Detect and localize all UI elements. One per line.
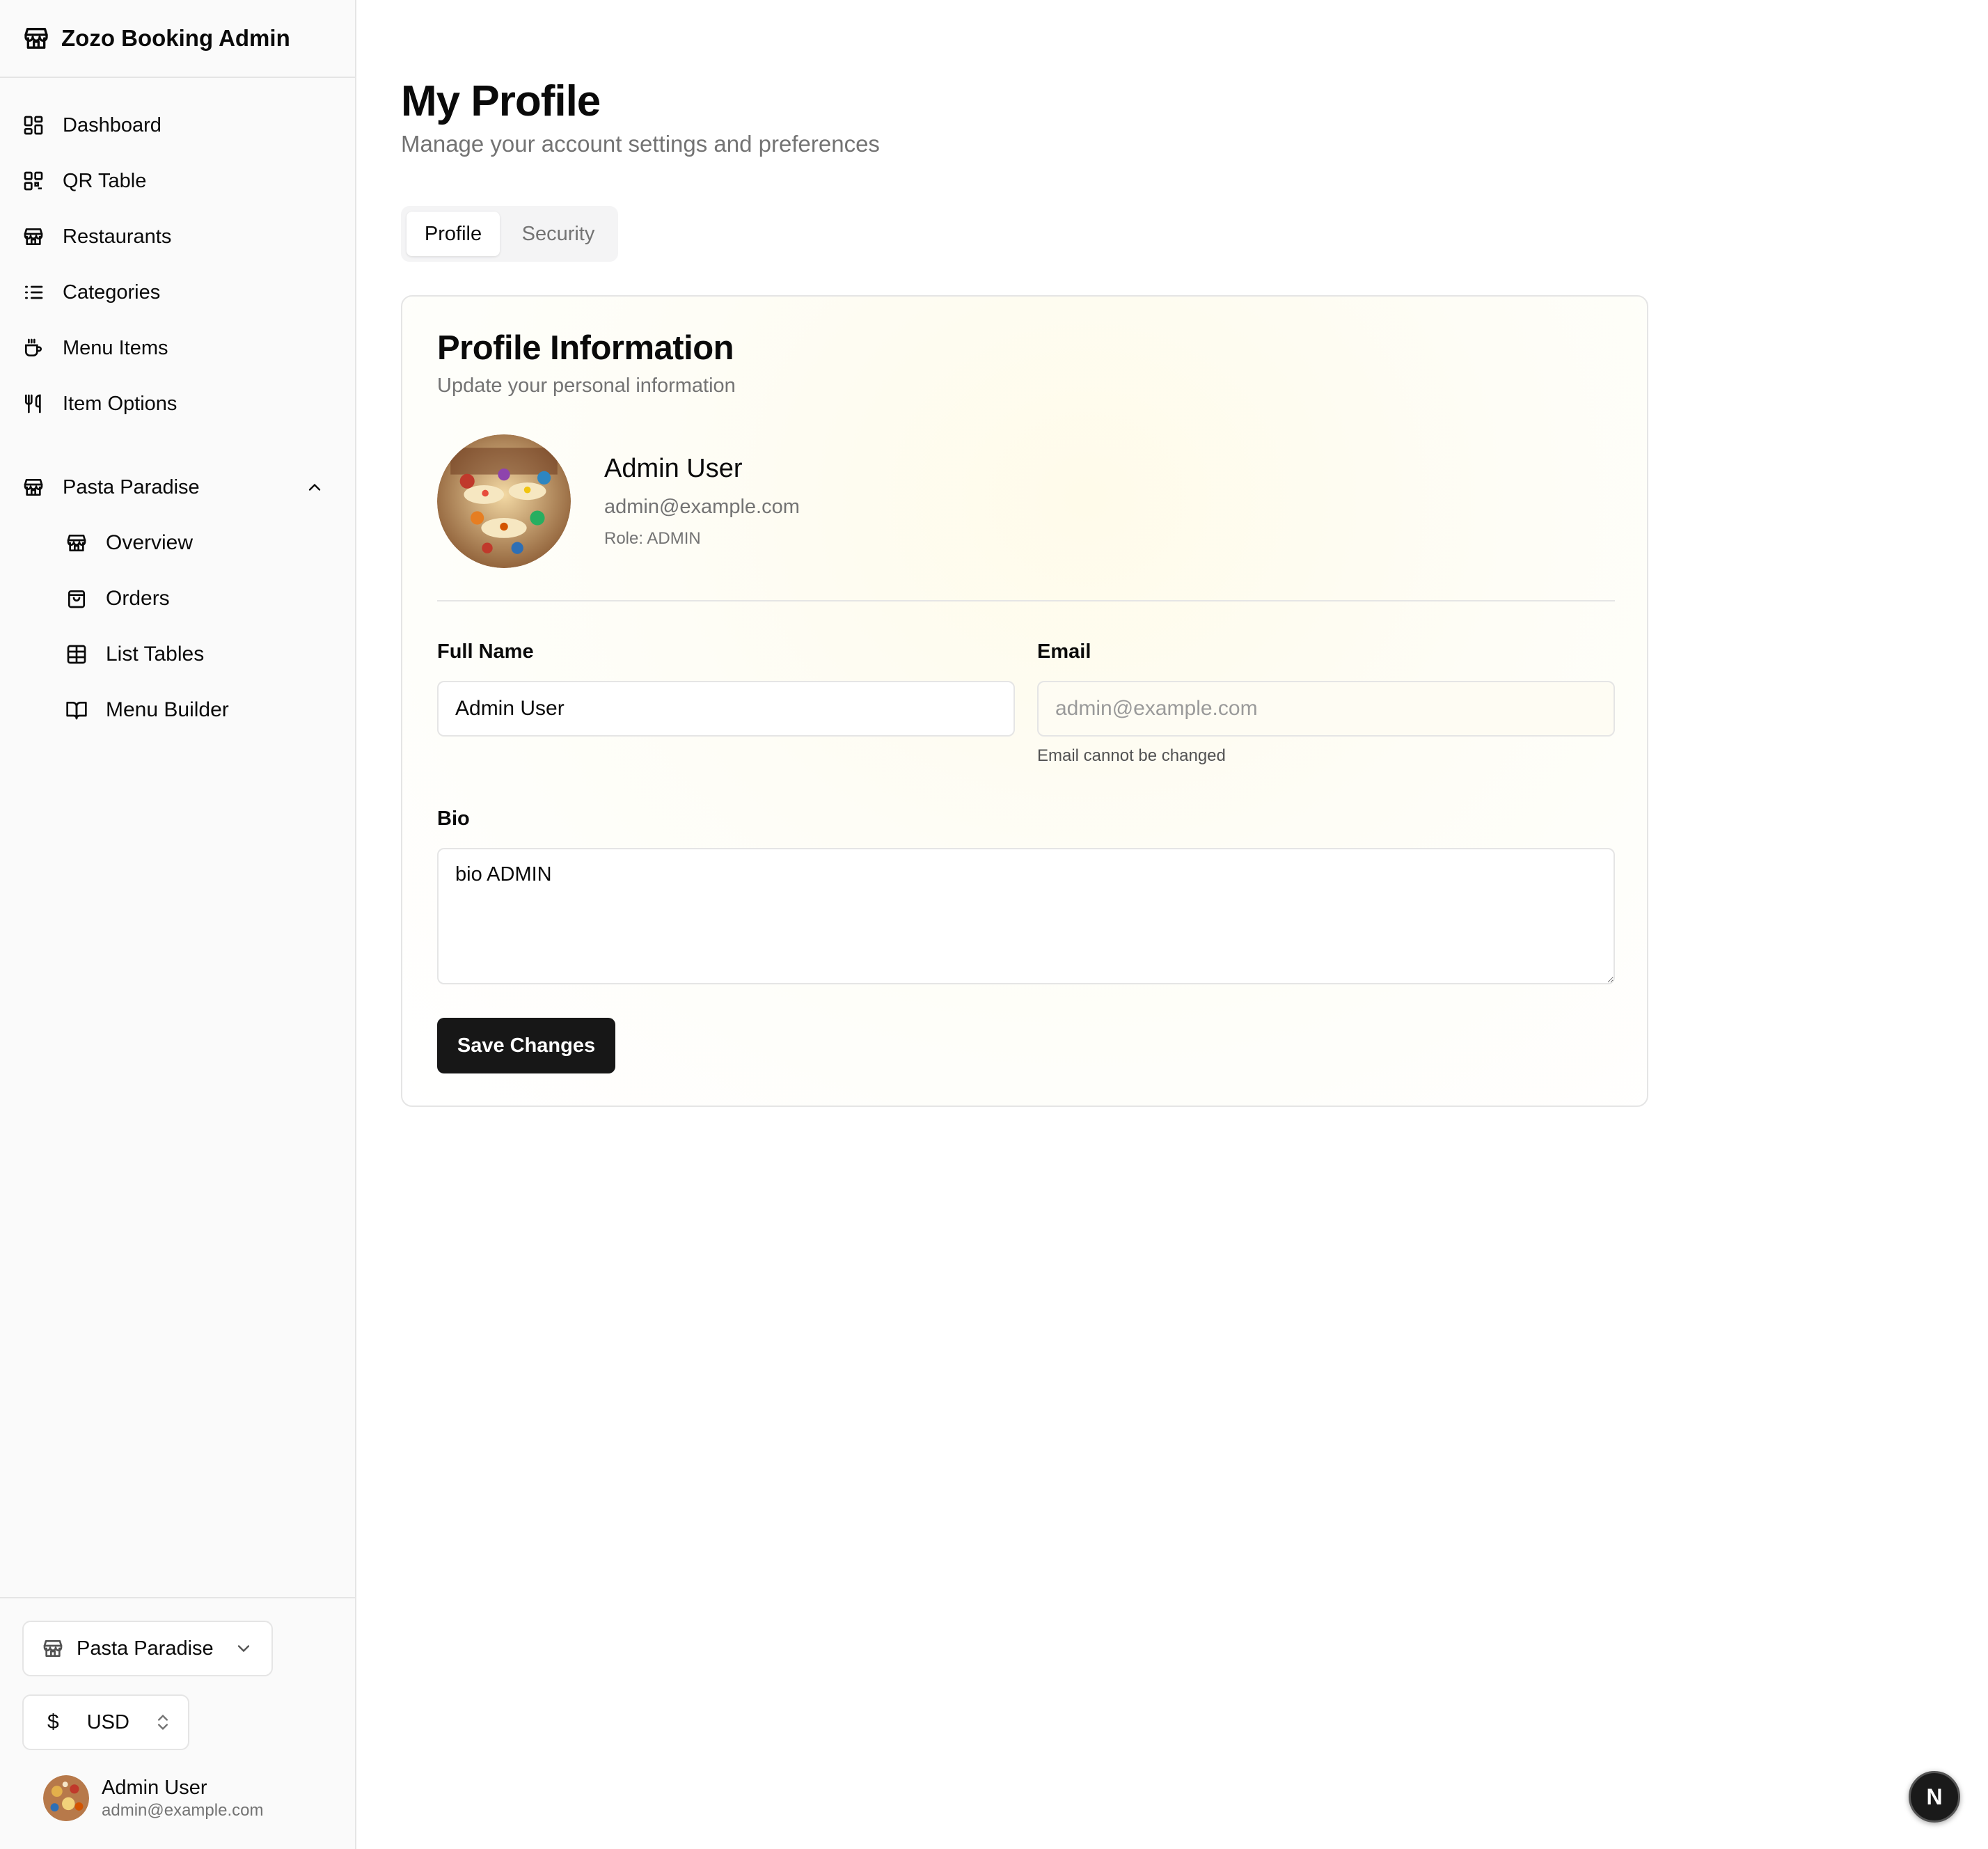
nav-label: Categories xyxy=(63,281,161,304)
currency-select-value: USD xyxy=(86,1710,129,1733)
profile-email: admin@example.com xyxy=(604,496,800,518)
restaurant-select[interactable]: Pasta Paradise xyxy=(22,1621,273,1676)
nav-subitem-list-tables[interactable]: List Tables xyxy=(65,634,204,675)
restaurant-select-value: Pasta Paradise xyxy=(77,1637,214,1660)
store-icon xyxy=(24,479,43,496)
book-open-icon xyxy=(66,702,87,720)
profile-avatar[interactable] xyxy=(437,434,571,568)
nav-label: QR Table xyxy=(63,169,147,192)
card-title: Profile Information xyxy=(437,329,734,367)
nav-item-qr-table[interactable]: QR Table xyxy=(22,160,146,202)
app-title: Zozo Booking Admin xyxy=(61,25,290,51)
nav-label: Menu Builder xyxy=(106,698,229,721)
full-name-input[interactable] xyxy=(437,681,1015,737)
tab-profile[interactable]: Profile xyxy=(407,212,500,256)
email-hint: Email cannot be changed xyxy=(1037,746,1226,765)
nav-subitem-overview[interactable]: Overview xyxy=(65,522,193,564)
user-email: admin@example.com xyxy=(102,1801,264,1820)
bio-textarea[interactable]: bio ADMIN xyxy=(437,848,1615,984)
profile-role: Role: ADMIN xyxy=(604,529,701,548)
dollar-icon: $ xyxy=(47,1710,59,1733)
nav-label: Orders xyxy=(106,587,170,610)
shopping-bag-icon xyxy=(68,590,85,608)
full-name-label: Full Name xyxy=(437,640,534,663)
nav-item-restaurants[interactable]: Restaurants xyxy=(22,216,171,258)
store-icon xyxy=(24,28,48,49)
page-subtitle: Manage your account settings and prefere… xyxy=(401,131,880,157)
tabs: Profile Security xyxy=(401,206,618,262)
nav-item-menu-items[interactable]: Menu Items xyxy=(22,327,168,369)
bio-label: Bio xyxy=(437,808,470,830)
sidebar: Zozo Booking Admin Dashboard QR Table Re… xyxy=(0,0,356,1849)
nav-item-item-options[interactable]: Item Options xyxy=(22,383,177,425)
next-dev-badge[interactable]: N xyxy=(1909,1771,1960,1823)
nav-subitem-menu-builder[interactable]: Menu Builder xyxy=(65,689,229,731)
list-icon xyxy=(25,285,43,299)
nav-group-label: Pasta Paradise xyxy=(63,475,200,498)
sidebar-footer: Pasta Paradise $ USD Admin User admin@ex… xyxy=(0,1597,355,1849)
nav-label: Item Options xyxy=(63,392,178,415)
nav-group-pasta-paradise[interactable]: Pasta Paradise xyxy=(22,466,329,508)
nav-label: Dashboard xyxy=(63,113,161,136)
chevron-up-icon[interactable] xyxy=(305,478,324,497)
email-input[interactable] xyxy=(1037,681,1615,737)
nav-label: Menu Items xyxy=(63,336,168,359)
avatar xyxy=(43,1775,89,1821)
currency-select[interactable]: $ USD xyxy=(22,1694,189,1750)
utensils-icon xyxy=(25,394,41,414)
user-name: Admin User xyxy=(102,1777,207,1799)
tab-security[interactable]: Security xyxy=(504,212,613,256)
profile-name: Admin User xyxy=(604,454,743,483)
store-icon xyxy=(24,228,43,245)
nav-label: Restaurants xyxy=(63,225,172,248)
brand-header[interactable]: Zozo Booking Admin xyxy=(0,0,355,78)
chevrons-up-down-icon xyxy=(158,1715,168,1730)
page-title: My Profile xyxy=(401,77,601,125)
email-label: Email xyxy=(1037,640,1091,663)
nav-subitem-orders[interactable]: Orders xyxy=(65,578,170,620)
coffee-icon xyxy=(25,338,42,356)
user-menu[interactable]: Admin User admin@example.com xyxy=(43,1775,263,1821)
chevron-down-icon xyxy=(237,1645,250,1653)
profile-card: Profile Information Update your personal… xyxy=(401,295,1648,1107)
nav-label: Overview xyxy=(106,531,194,554)
card-subtitle: Update your personal information xyxy=(437,375,736,397)
store-icon xyxy=(43,1640,63,1657)
qr-code-icon xyxy=(24,171,43,191)
nav-item-categories[interactable]: Categories xyxy=(22,272,160,313)
save-changes-button[interactable]: Save Changes xyxy=(437,1018,615,1073)
dashboard-icon xyxy=(24,116,43,135)
store-icon xyxy=(67,535,86,551)
nav-item-dashboard[interactable]: Dashboard xyxy=(22,104,161,146)
divider xyxy=(437,600,1615,601)
table-icon xyxy=(67,645,86,664)
nav-label: List Tables xyxy=(106,643,205,666)
